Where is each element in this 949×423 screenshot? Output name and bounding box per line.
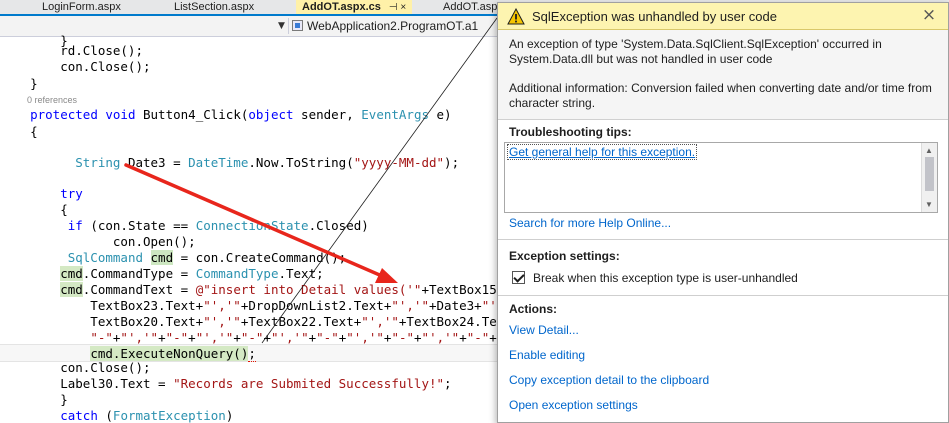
break-on-exception-checkbox[interactable] bbox=[512, 271, 525, 284]
view-detail-link[interactable]: View Detail... bbox=[509, 323, 579, 338]
code-line: protected void Button4_Click(object send… bbox=[30, 107, 452, 122]
tab-loginform-aspx[interactable]: LoginForm.aspx bbox=[36, 0, 127, 14]
exception-title: SqlException was unhandled by user code bbox=[532, 9, 777, 24]
troubleshooting-heading: Troubleshooting tips: bbox=[509, 125, 632, 139]
scroll-down-icon[interactable]: ▼ bbox=[925, 200, 933, 209]
code-line: } bbox=[0, 76, 38, 91]
tab-label: AddOT.aspx bbox=[443, 1, 503, 13]
checkbox-label: Break when this exception type is user-u… bbox=[533, 271, 798, 285]
vertical-scrollbar[interactable]: ▲ ▼ bbox=[921, 143, 937, 212]
exception-settings-heading: Exception settings: bbox=[509, 249, 620, 263]
tab-listsection-aspx[interactable]: ListSection.aspx bbox=[168, 0, 260, 14]
divider bbox=[498, 295, 948, 296]
general-help-link[interactable]: Get general help for this exception. bbox=[507, 144, 698, 160]
code-line: { bbox=[0, 124, 38, 139]
close-icon[interactable]: × bbox=[920, 6, 938, 24]
open-exception-settings-link[interactable]: Open exception settings bbox=[509, 398, 638, 413]
exception-helper-dialog: SqlException was unhandled by user code … bbox=[497, 2, 949, 423]
enable-editing-link[interactable]: Enable editing bbox=[509, 348, 585, 363]
break-on-exception-checkbox-row[interactable]: Break when this exception type is user-u… bbox=[512, 271, 798, 286]
scroll-up-icon[interactable]: ▲ bbox=[925, 146, 933, 155]
tab-label: LoginForm.aspx bbox=[42, 1, 121, 13]
actions-heading: Actions: bbox=[509, 302, 557, 316]
divider bbox=[498, 239, 948, 240]
scroll-thumb[interactable] bbox=[925, 157, 934, 191]
class-icon bbox=[292, 20, 303, 31]
code-line: String Date3 = DateTime.Now.ToString("yy… bbox=[75, 155, 460, 170]
additional-info-text: Additional information: Conversion faile… bbox=[509, 81, 932, 110]
search-help-online-link[interactable]: Search for more Help Online... bbox=[509, 216, 671, 231]
pin-close-icon[interactable]: ⊣ × bbox=[389, 2, 406, 13]
copy-exception-detail-link[interactable]: Copy exception detail to the clipboard bbox=[509, 373, 709, 388]
tab-label: ListSection.aspx bbox=[174, 1, 255, 13]
troubleshooting-tips-list[interactable]: Get general help for this exception. ▲ ▼ bbox=[504, 142, 938, 213]
code-line: catch (FormatException) bbox=[60, 408, 234, 423]
exception-message: An exception of type 'System.Data.SqlCli… bbox=[498, 30, 948, 120]
exception-header: SqlException was unhandled by user code … bbox=[498, 3, 948, 30]
tab-label: AddOT.aspx.cs bbox=[302, 1, 381, 13]
exception-type-text: An exception of type 'System.Data.SqlCli… bbox=[509, 37, 882, 66]
code-line: con.Close(); bbox=[0, 59, 151, 74]
warning-icon bbox=[507, 8, 525, 25]
tab-addot-aspx-cs[interactable]: AddOT.aspx.cs ⊣ × bbox=[296, 0, 413, 14]
project-label: WebApplication2.ProgramOT.a1 bbox=[307, 19, 479, 33]
code-lens-references[interactable]: 0 references bbox=[27, 94, 547, 106]
